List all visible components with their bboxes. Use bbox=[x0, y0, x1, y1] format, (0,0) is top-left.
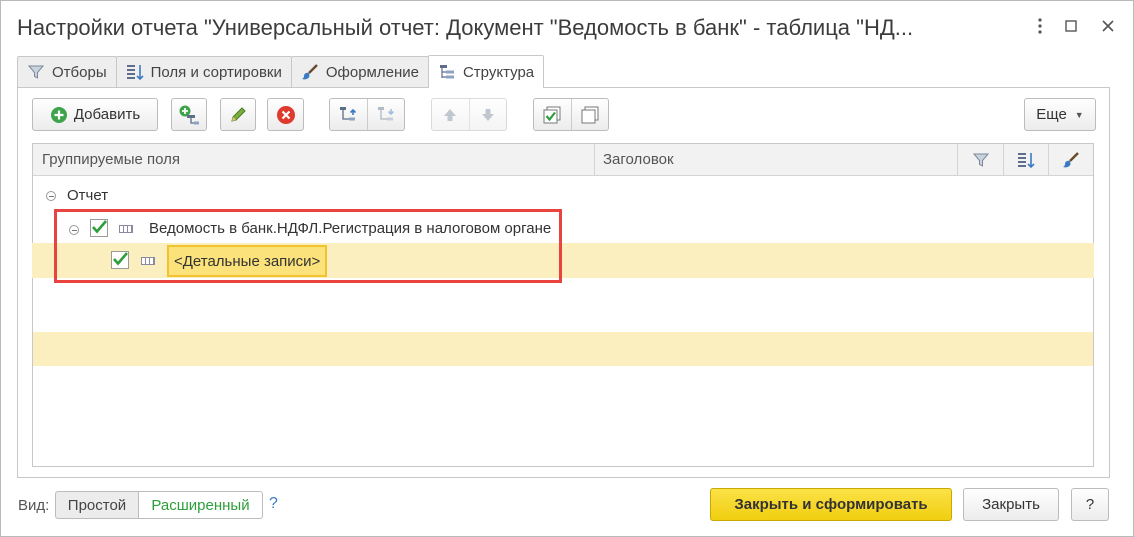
edit-button[interactable] bbox=[220, 98, 256, 131]
view-simple-button[interactable]: Простой bbox=[55, 491, 139, 519]
check-all-button[interactable] bbox=[534, 99, 572, 130]
check-group bbox=[533, 98, 609, 131]
move-down-icon bbox=[481, 108, 494, 121]
help-button[interactable]: ? bbox=[1071, 488, 1109, 521]
move-group bbox=[431, 98, 507, 131]
help-button-label: ? bbox=[1085, 496, 1095, 513]
brush-icon bbox=[1063, 151, 1079, 167]
structure-icon bbox=[437, 63, 457, 81]
settings-window: Настройки отчета "Универсальный отчет: Д… bbox=[0, 0, 1134, 537]
chevron-down-icon: ▼ bbox=[1074, 109, 1084, 120]
view-simple-label: Простой bbox=[67, 496, 127, 514]
more-icon[interactable] bbox=[1027, 13, 1053, 39]
tab-structure[interactable]: Структура bbox=[427, 55, 545, 88]
move-up-level-button[interactable] bbox=[330, 99, 368, 130]
move-down-button[interactable] bbox=[470, 99, 507, 130]
tab-fields-sort-label: Поля и сортировки bbox=[150, 63, 282, 81]
column-header-group-fields-label: Группируемые поля bbox=[42, 151, 181, 168]
tree-row-report[interactable]: Отчет bbox=[33, 179, 1093, 213]
brush-icon bbox=[300, 63, 320, 81]
close-and-generate-label: Закрыть и сформировать bbox=[734, 496, 928, 513]
move-up-icon bbox=[444, 108, 457, 121]
column-header-title[interactable]: Заголовок bbox=[595, 144, 958, 175]
close-button[interactable]: Закрыть bbox=[963, 488, 1059, 521]
column-header-group-fields[interactable]: Группируемые поля bbox=[33, 144, 595, 175]
move-up-button[interactable] bbox=[432, 99, 470, 130]
delete-icon bbox=[276, 105, 295, 124]
filter-icon bbox=[972, 153, 989, 167]
fields-sort-icon bbox=[125, 63, 145, 81]
tree-row-detail-selected-bg bbox=[33, 332, 1093, 366]
grid-header: Группируемые поля Заголовок bbox=[33, 144, 1093, 176]
add-icon bbox=[50, 106, 67, 123]
delete-button[interactable] bbox=[267, 98, 304, 131]
tab-fields-sort[interactable]: Поля и сортировки bbox=[115, 56, 292, 87]
uncheck-all-button[interactable] bbox=[572, 99, 609, 130]
tree-row-label: Отчет bbox=[67, 187, 109, 204]
highlight-frame bbox=[54, 209, 562, 283]
structure-grid[interactable]: Группируемые поля Заголовок Отчет Ведомо… bbox=[32, 143, 1094, 467]
more-button[interactable]: Еще ▼ bbox=[1024, 98, 1096, 131]
edit-icon bbox=[231, 106, 246, 122]
view-help-link[interactable]: ? bbox=[269, 495, 278, 513]
window-title: Настройки отчета "Универсальный отчет: Д… bbox=[17, 15, 914, 40]
move-down-level-button[interactable] bbox=[368, 99, 405, 130]
column-header-fields-sort[interactable] bbox=[1004, 144, 1049, 175]
close-icon[interactable] bbox=[1095, 13, 1121, 39]
add-button[interactable]: Добавить bbox=[32, 98, 158, 131]
close-button-label: Закрыть bbox=[982, 496, 1040, 513]
column-header-title-label: Заголовок bbox=[603, 151, 674, 168]
tab-structure-label: Структура bbox=[462, 63, 535, 81]
move-up-level-icon bbox=[340, 106, 357, 120]
filter-icon bbox=[26, 63, 46, 81]
tab-appearance-label: Оформление bbox=[325, 63, 419, 81]
fields-sort-icon bbox=[1018, 152, 1035, 168]
level-move-group bbox=[329, 98, 405, 131]
tab-filters-label: Отборы bbox=[52, 63, 107, 81]
add-group-button[interactable] bbox=[171, 98, 207, 131]
uncheck-all-icon bbox=[581, 106, 599, 123]
column-header-appearance[interactable] bbox=[1049, 144, 1093, 175]
tab-filters[interactable]: Отборы bbox=[17, 56, 117, 87]
more-button-label: Еще bbox=[1036, 106, 1067, 123]
maximize-icon[interactable] bbox=[1058, 13, 1084, 39]
close-and-generate-button[interactable]: Закрыть и сформировать bbox=[710, 488, 952, 521]
column-header-filter[interactable] bbox=[958, 144, 1004, 175]
move-down-level-icon bbox=[377, 106, 394, 120]
collapse-icon[interactable] bbox=[46, 191, 56, 201]
tab-appearance[interactable]: Оформление bbox=[290, 56, 429, 87]
check-all-icon bbox=[543, 106, 561, 123]
add-group-icon bbox=[179, 105, 199, 124]
add-button-label: Добавить bbox=[73, 106, 141, 123]
settings-tabs: Отборы Поля и сортировки Оформление Стру… bbox=[17, 55, 545, 88]
view-extended-button[interactable]: Расширенный bbox=[138, 491, 263, 519]
view-label: Вид: bbox=[18, 497, 50, 514]
view-extended-label: Расширенный bbox=[151, 496, 250, 514]
